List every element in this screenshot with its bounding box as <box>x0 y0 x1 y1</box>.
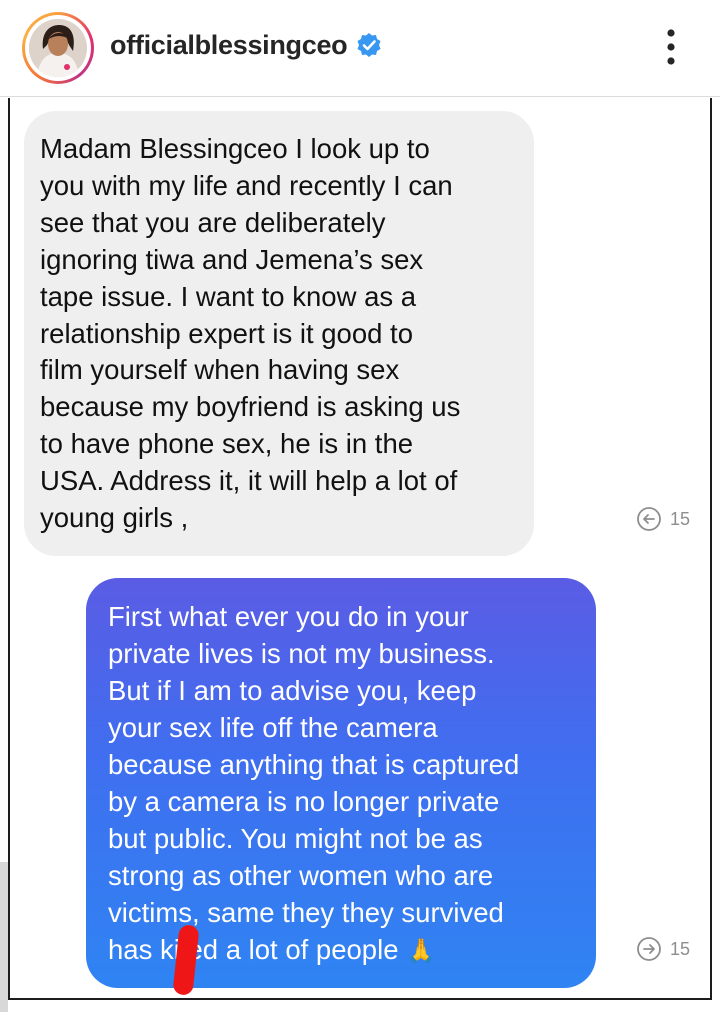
message-line: because anything that is captured <box>108 749 520 780</box>
reply-count: 15 <box>670 508 691 529</box>
message-line: victims, same they they survived <box>108 897 504 928</box>
message-line: Madam Blessingceo I look up to <box>40 133 430 164</box>
message-line: by a camera is no longer private <box>108 786 500 817</box>
reply-count: 15 <box>670 938 691 959</box>
message-line: private lives is not my business. <box>108 638 495 669</box>
message-line: because my boyfriend is asking us <box>40 391 461 423</box>
message-line: your sex life off the camera <box>108 712 438 743</box>
arrow-right-circle-icon <box>637 937 661 961</box>
page-edge-shadow <box>0 862 8 1012</box>
incoming-message-text: Madam Blessingceo I look up to you with … <box>40 131 520 537</box>
header-divider <box>0 96 720 97</box>
message-line: ignoring tiwa and Jemena’s sex <box>40 243 424 275</box>
message-line: to have phone sex, he is in the <box>40 428 414 460</box>
message-line: see that you are deliberately <box>40 206 386 238</box>
verified-badge-icon <box>357 33 381 57</box>
story-ring[interactable] <box>22 12 94 84</box>
message-line: First what ever you do in your <box>108 601 469 632</box>
avatar[interactable] <box>29 19 87 77</box>
outgoing-message-bubble[interactable]: First what ever you do in your private l… <box>86 578 596 988</box>
message-line: But if I am to advise you, keep <box>108 675 477 706</box>
message-line: but public. You might not be as <box>108 823 483 854</box>
message-line: has ki ed a lot of people <box>108 934 399 965</box>
outgoing-message-text: First what ever you do in your private l… <box>108 598 588 970</box>
message-line: relationship expert is it good to <box>40 317 413 349</box>
message-line: strong as other women who are <box>108 860 494 891</box>
message-line: young girls , <box>40 502 189 534</box>
message-line: film yourself when having sex <box>40 354 400 386</box>
incoming-message-meta[interactable]: 15 <box>636 506 690 532</box>
post-header: officialblessingceo <box>0 0 720 96</box>
message-line: USA. Address it, it will help a lot of <box>40 465 458 497</box>
username[interactable]: officialblessingceo <box>110 30 348 61</box>
avatar-image <box>29 19 87 77</box>
message-line: tape issue. I want to know as a <box>40 280 417 312</box>
outgoing-message-meta[interactable]: 15 <box>636 936 690 962</box>
message-line: you with my life and recently I can <box>40 169 453 201</box>
arrow-left-circle-icon <box>637 507 661 531</box>
praying-hands-emoji: 🙏 <box>406 938 437 965</box>
more-vertical-icon[interactable] <box>656 24 686 70</box>
incoming-message-bubble[interactable]: Madam Blessingceo I look up to you with … <box>24 111 534 556</box>
